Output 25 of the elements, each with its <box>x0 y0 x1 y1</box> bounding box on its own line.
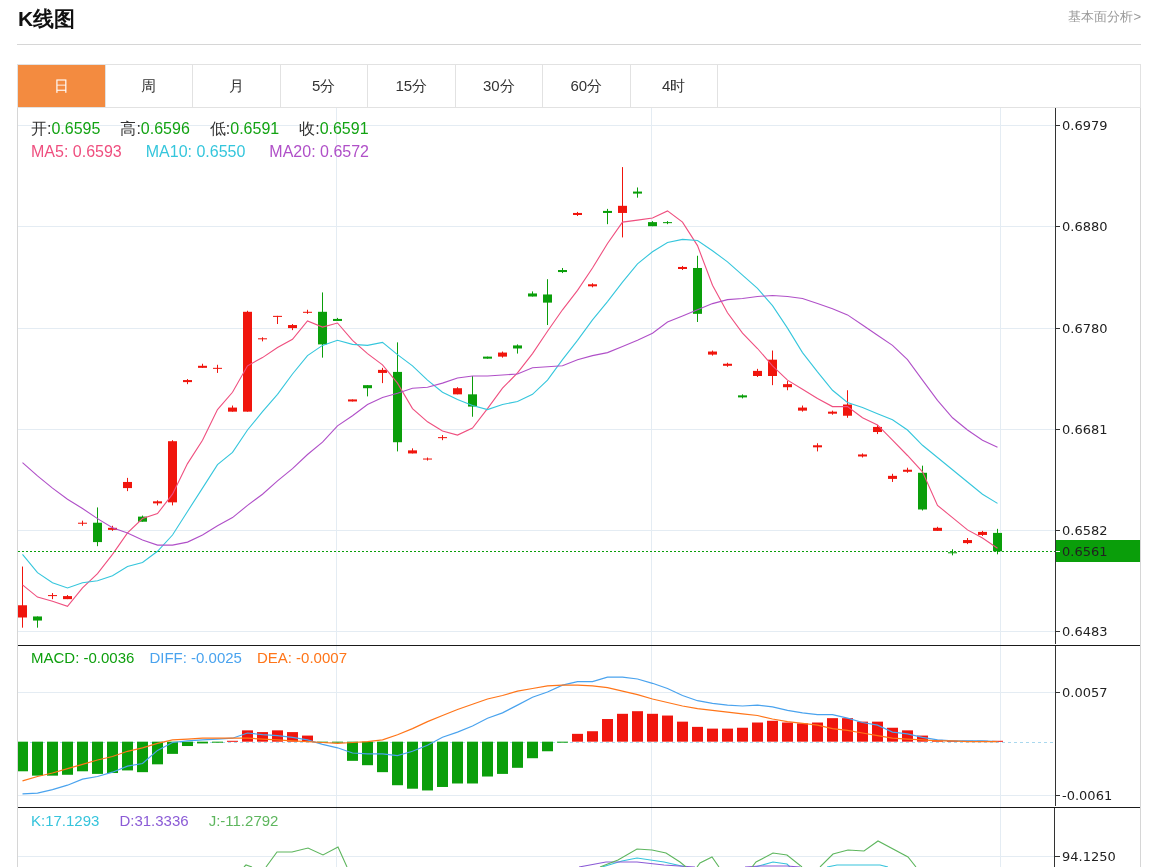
price-axis-label: 0.6483 <box>1062 624 1108 639</box>
ohlc-legend-item: 高:0.6596 <box>120 119 190 139</box>
macd-axis-label: -0.0061 <box>1062 788 1113 803</box>
ohlc-legend-item: 开:0.6595 <box>31 119 101 139</box>
macd-legend-item: MACD: -0.0036 <box>31 648 135 668</box>
ma-legend-item: MA10: 0.6550 <box>145 142 246 162</box>
price-axis-label: 0.6582 <box>1062 523 1108 538</box>
ref-line-label: 0.6561 <box>1062 544 1108 559</box>
ma-legend-item: MA20: 0.6572 <box>269 142 369 162</box>
ohlc-legend-item: 收:0.6591 <box>299 119 369 139</box>
price-axis-label: 0.6681 <box>1062 422 1108 437</box>
price-axis-label: 0.6780 <box>1062 321 1108 336</box>
kdj-axis-label: 94.1250 <box>1062 848 1116 865</box>
price-axis-label: 0.6880 <box>1062 219 1108 234</box>
macd-legend-item: DEA: -0.0007 <box>256 648 347 668</box>
ohlc-legend-item: 低:0.6591 <box>209 119 280 139</box>
last-price-tag: 0.6561 <box>1055 540 1140 562</box>
page-title: K线图 <box>18 6 76 32</box>
macd-axis-label: 0.0057 <box>1062 685 1108 700</box>
ma-legend-item: MA5: 0.6593 <box>31 142 122 162</box>
macd-legend-item: DIFF: -0.0025 <box>149 648 242 668</box>
price-axis-label: 0.6979 <box>1062 118 1108 133</box>
kdj-legend-item: K:17.1293 <box>31 811 100 831</box>
kdj-legend-item: J:-11.2792 <box>208 811 279 831</box>
kdj-legend-item: D:31.3336 <box>119 811 189 831</box>
